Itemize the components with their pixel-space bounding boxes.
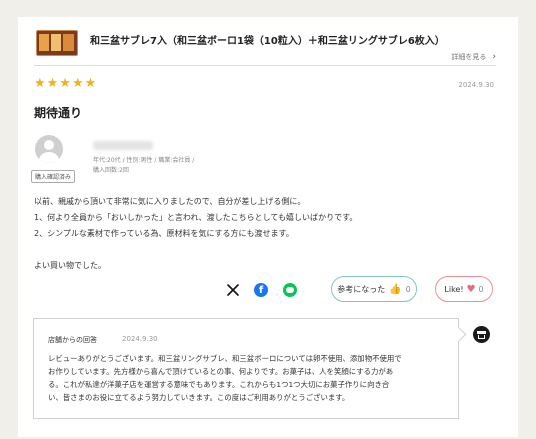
- x-logo-icon[interactable]: [227, 284, 239, 296]
- review-card: 和三盆サブレ7入（和三盆ボーロ1袋（10粒入）＋和三盆リングサブレ6枚入） 詳細…: [18, 17, 518, 437]
- verified-purchase-badge: 購入確認済み: [31, 170, 76, 183]
- like-count: 0: [478, 284, 484, 294]
- review-title: 期待通り: [34, 106, 83, 120]
- shop-reply-line: お作りしています。先方様から喜んで頂けているとの事、何よりです。お菓子は、人を笑…: [48, 367, 394, 376]
- star-rating: ★★★★★: [34, 76, 98, 91]
- thumbs-up-icon: 👍: [389, 283, 402, 295]
- facebook-icon[interactable]: f: [254, 283, 268, 297]
- product-thumbnail[interactable]: [36, 30, 78, 56]
- product-title[interactable]: 和三盆サブレ7入（和三盆ボーロ1袋（10粒入）＋和三盆リングサブレ6枚入）: [90, 32, 510, 47]
- shop-reply-box: 店舗からの回答 2024.9.30 レビューありがとうございます。和三盆リングサ…: [33, 318, 459, 419]
- username-blurred: [93, 141, 153, 150]
- helpful-button[interactable]: 参考になった 👍 0: [331, 276, 417, 302]
- chevron-right-icon: ›: [492, 52, 496, 62]
- review-paragraph: 2、シンプルな素材で作っている為、原材料を気にする方にも渡せます。: [34, 229, 294, 238]
- divider: [34, 65, 496, 66]
- user-meta-line: 年代:20代 / 性別:男性 / 職業:会社員 /: [93, 157, 195, 164]
- shop-reply-line: レビューありがとうございます。和三盆リングサブレ、和三盆ボーロについては卵不使用…: [48, 354, 402, 363]
- line-icon[interactable]: [283, 283, 297, 297]
- shop-reply-label: 店舗からの回答: [48, 336, 97, 344]
- helpful-label: 参考になった: [337, 284, 386, 294]
- like-label: Like!: [444, 284, 464, 294]
- detail-link-label: 詳細を見る: [451, 53, 487, 61]
- shop-reply-line: い、皆さまのお役に立てるよう努力していきます。この度はご利用ありがとうございます…: [48, 393, 350, 402]
- shop-reply-line: る。これが私達が洋菓子店を運営する意味でもあります。これからも1つ1つ大切にお菓…: [48, 380, 390, 389]
- helpful-count: 0: [405, 284, 411, 294]
- user-meta-line: 購入回数:2回: [93, 167, 129, 174]
- heart-icon: ♥: [466, 283, 476, 295]
- shop-reply-date: 2024.9.30: [122, 335, 158, 343]
- review-paragraph: 以前、親戚から頂いて非常に気に入りましたので、自分が差し上げる側に。: [34, 197, 306, 206]
- review-date: 2024.9.30: [458, 81, 494, 89]
- detail-link[interactable]: 詳細を見る ›: [451, 52, 496, 62]
- avatar: [35, 135, 63, 163]
- review-paragraph: 1、何より全員から「おいしかった」と言われ、渡したこちらとしても嬉しいばかりです…: [34, 213, 358, 222]
- like-button[interactable]: Like! ♥ 0: [435, 276, 493, 302]
- shop-reply-body: レビューありがとうございます。和三盆リングサブレ、和三盆ボーロについては卵不使用…: [48, 352, 448, 404]
- review-paragraph: よい買い物でした。: [34, 261, 106, 270]
- review-body: 以前、親戚から頂いて非常に気に入りましたので、自分が差し上げる側に。 1、何より…: [34, 194, 504, 274]
- shop-icon: [473, 326, 490, 343]
- user-meta: 年代:20代 / 性別:男性 / 職業:会社員 / 購入回数:2回: [93, 156, 194, 176]
